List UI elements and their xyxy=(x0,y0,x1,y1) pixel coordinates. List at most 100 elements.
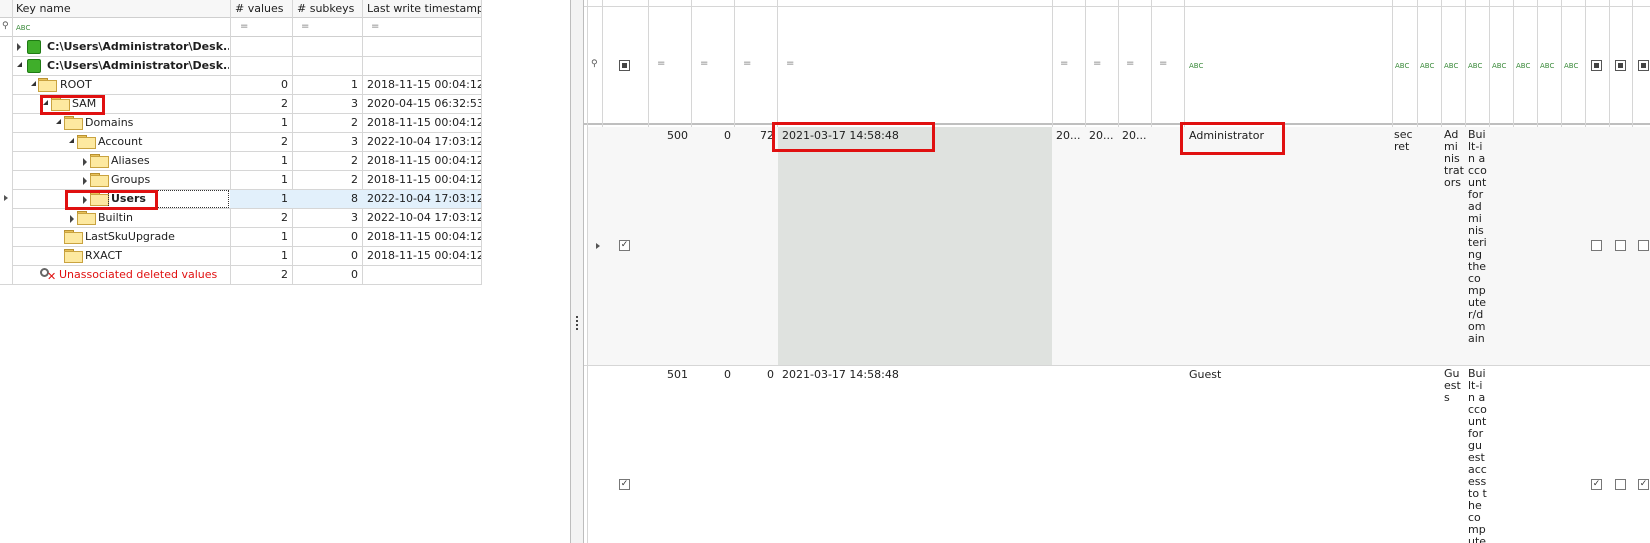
subkeys-count: 2 xyxy=(351,154,358,167)
t2-value: 20... xyxy=(1089,129,1114,142)
col3-value: 0 xyxy=(767,368,774,381)
timestamp-cell-bg xyxy=(778,127,1052,365)
timestamp-filter[interactable]: = xyxy=(371,21,391,35)
tree-node-label: LastSkuUpgrade xyxy=(85,230,175,243)
flag-checkbox-1[interactable]: ✓ xyxy=(1591,479,1602,490)
highlight-box-users xyxy=(65,190,158,210)
column-timestamp[interactable]: Last write timestamp xyxy=(367,2,481,16)
folder-icon xyxy=(77,135,96,149)
t1-filter[interactable]: = xyxy=(1060,58,1080,72)
flag-checkbox-2[interactable] xyxy=(1615,240,1626,251)
rid-filter[interactable]: = xyxy=(657,58,677,72)
grid-row-500[interactable] xyxy=(588,127,1650,365)
filter-checkbox-3[interactable] xyxy=(1638,60,1649,71)
flag-checkbox-3[interactable] xyxy=(1638,240,1649,251)
flag-checkbox-2[interactable] xyxy=(1615,479,1626,490)
timestamp: 2018-11-15 00:04:12 xyxy=(367,78,481,91)
subkeys-filter[interactable]: = xyxy=(301,21,321,35)
timestamp-filter[interactable]: = xyxy=(786,58,806,72)
subkeys-count: 3 xyxy=(351,211,358,224)
t2-filter[interactable]: = xyxy=(1093,58,1113,72)
tree-node-label: C:\Users\Administrator\Desk... xyxy=(47,40,229,53)
collapse-arrow-icon[interactable] xyxy=(31,81,36,86)
username-value: Guest xyxy=(1189,368,1222,381)
tree-node-label: Account xyxy=(98,135,143,148)
hive-icon xyxy=(27,59,41,73)
t3-filter[interactable]: = xyxy=(1126,58,1146,72)
folder-icon xyxy=(90,173,109,187)
filter-checkbox-2[interactable] xyxy=(1615,60,1626,71)
filter-abc-7[interactable]: ABC xyxy=(1540,62,1562,74)
subkeys-count: 8 xyxy=(351,192,358,205)
col2-value: 0 xyxy=(724,129,731,142)
row-checkbox[interactable]: ✓ xyxy=(619,479,630,490)
deleted-values-icon: ✕ xyxy=(40,268,56,282)
values-count: 1 xyxy=(281,192,288,205)
folder-icon xyxy=(38,78,57,92)
tree-node-label: Builtin xyxy=(98,211,133,224)
filter-abc-4[interactable]: ABC xyxy=(1468,62,1490,74)
filter-abc-8[interactable]: ABC xyxy=(1564,62,1586,74)
col3-filter[interactable]: = xyxy=(743,58,763,72)
grid-row-501[interactable] xyxy=(588,366,1650,543)
group-value: Guests xyxy=(1444,368,1461,404)
timestamp: 2018-11-15 00:04:12 xyxy=(367,154,481,167)
expand-arrow-icon[interactable] xyxy=(70,215,74,223)
subkeys-count: 0 xyxy=(351,230,358,243)
t1-value: 20... xyxy=(1056,129,1081,142)
flag-checkbox-1[interactable] xyxy=(1591,240,1602,251)
highlight-box-administrator xyxy=(1180,122,1285,155)
tree-node-label: ROOT xyxy=(60,78,92,91)
values-count: 1 xyxy=(281,173,288,186)
user-filter[interactable]: ABC xyxy=(1189,62,1214,74)
values-count: 1 xyxy=(281,249,288,262)
folder-icon xyxy=(64,249,83,263)
subkeys-count: 2 xyxy=(351,173,358,186)
t3-value: 20... xyxy=(1122,129,1147,142)
description-value: Built-in account for administering the c… xyxy=(1468,129,1487,345)
expand-arrow-icon[interactable] xyxy=(83,177,87,185)
collapse-arrow-icon[interactable] xyxy=(69,138,74,143)
filter-abc-1[interactable]: ABC xyxy=(1395,62,1417,74)
values-count: 1 xyxy=(281,230,288,243)
filter-abc-6[interactable]: ABC xyxy=(1516,62,1538,74)
col3-value: 72 xyxy=(760,129,774,142)
tree-node-label: Unassociated deleted values xyxy=(59,268,218,281)
select-all-filter-checkbox[interactable] xyxy=(619,60,630,71)
collapse-arrow-icon[interactable] xyxy=(17,62,22,67)
row-indicator-icon xyxy=(4,195,8,201)
row-checkbox[interactable]: ✓ xyxy=(619,240,630,251)
tree-node-label: Groups xyxy=(111,173,151,186)
col2-value: 0 xyxy=(724,368,731,381)
expand-arrow-icon[interactable] xyxy=(17,43,21,51)
column-subkeys[interactable]: # subkeys xyxy=(297,2,361,16)
column-key-name[interactable]: Key name xyxy=(16,2,216,16)
pane-splitter[interactable] xyxy=(570,0,584,543)
values-filter[interactable]: = xyxy=(240,21,260,35)
column-values[interactable]: # values xyxy=(235,2,293,16)
row-expand-icon[interactable] xyxy=(596,243,600,249)
values-count: 2 xyxy=(281,97,288,110)
timestamp: 2018-11-15 00:04:12 xyxy=(367,116,481,129)
filter-abc-5[interactable]: ABC xyxy=(1492,62,1514,74)
tree-node-label: Domains xyxy=(85,116,134,129)
timestamp: 2022-10-04 17:03:12 xyxy=(367,192,481,205)
hive-icon xyxy=(27,40,41,54)
filter-checkbox-1[interactable] xyxy=(1591,60,1602,71)
subkeys-count: 3 xyxy=(351,97,358,110)
col2-filter[interactable]: = xyxy=(700,58,720,72)
grid-pin-icon[interactable]: ⚲ xyxy=(591,59,601,71)
collapse-arrow-icon[interactable] xyxy=(56,119,61,124)
filter-abc-3[interactable]: ABC xyxy=(1444,62,1466,74)
expand-arrow-icon[interactable] xyxy=(83,158,87,166)
timestamp: 2018-11-15 00:04:12 xyxy=(367,249,481,262)
timestamp-value: 2021-03-17 14:58:48 xyxy=(782,368,899,381)
splitter-grip-icon[interactable] xyxy=(576,316,578,330)
highlight-box-timestamp xyxy=(772,122,935,152)
flag-checkbox-3[interactable]: ✓ xyxy=(1638,479,1649,490)
t4-filter[interactable]: = xyxy=(1159,58,1179,72)
key-name-filter[interactable]: ABC xyxy=(16,24,46,36)
values-count: 2 xyxy=(281,135,288,148)
pin-icon[interactable]: ⚲ xyxy=(2,21,12,35)
filter-abc-2[interactable]: ABC xyxy=(1420,62,1442,74)
